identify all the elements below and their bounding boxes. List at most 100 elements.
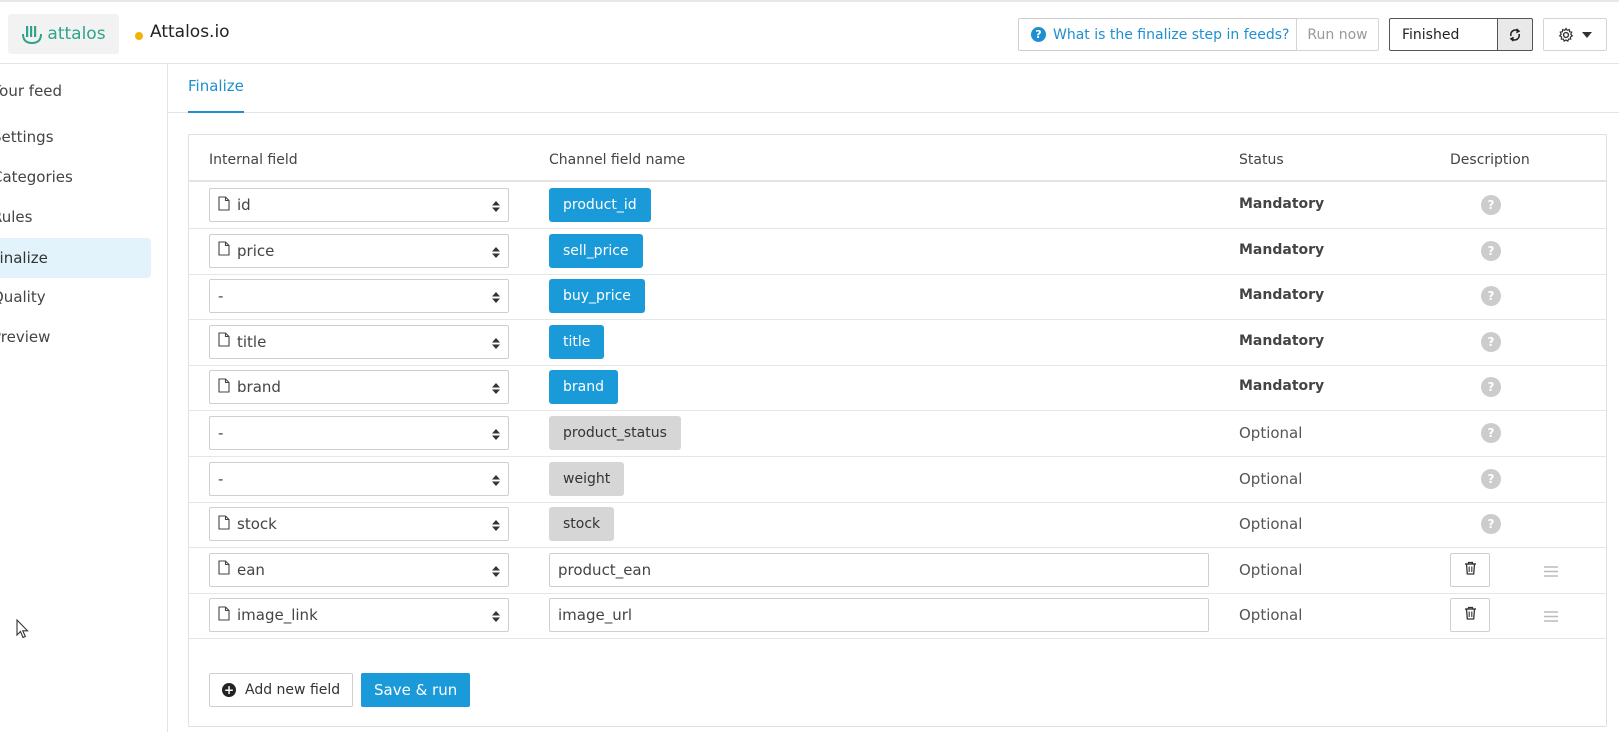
finalize-help-link[interactable]: ? What is the finalize step in feeds? xyxy=(1018,18,1303,51)
save-and-run-button[interactable]: Save & run xyxy=(361,673,471,707)
table-row: stock stock Optional? xyxy=(189,501,1606,549)
feed-status-group: Finished xyxy=(1389,18,1533,51)
internal-field-value: stock xyxy=(237,515,277,534)
column-header-description: Description xyxy=(1450,152,1530,168)
table-row: id product_id Mandatory? xyxy=(189,182,1606,229)
add-new-field-label: Add new field xyxy=(245,682,341,698)
file-icon xyxy=(218,332,230,351)
table-row: image_link image_url Optional xyxy=(189,592,1606,640)
sort-arrows-icon xyxy=(491,381,501,399)
logo[interactable]: attalos xyxy=(8,14,119,54)
channel-field-tag: stock xyxy=(549,507,615,542)
table-row: title title Mandatory? xyxy=(189,319,1606,366)
plus-circle-icon: + xyxy=(222,683,236,697)
status-text: Optional xyxy=(1239,424,1303,442)
channel-field-tag: sell_price xyxy=(549,233,643,268)
tab-finalize[interactable]: Finalize xyxy=(188,77,244,113)
finalize-panel: Internal field Channel field name Status… xyxy=(188,134,1607,727)
channel-field-input[interactable]: product_ean xyxy=(549,552,1209,587)
sort-arrows-icon xyxy=(491,290,501,308)
internal-field-value: - xyxy=(218,469,224,488)
table-row: price sell_price Mandatory? xyxy=(189,228,1606,275)
description-help-icon[interactable]: ? xyxy=(1481,514,1501,535)
settings-dropdown-button[interactable] xyxy=(1543,18,1607,51)
internal-field-select[interactable]: title xyxy=(209,324,509,359)
sidebar-item-rules[interactable]: Rules xyxy=(0,197,151,237)
table-row: - buy_price Mandatory? xyxy=(189,273,1606,321)
description-help-icon[interactable]: ? xyxy=(1481,286,1501,307)
status-text: Mandatory xyxy=(1239,287,1325,304)
column-header-internal-field: Internal field xyxy=(209,152,298,168)
sidebar-item-settings[interactable]: Settings xyxy=(0,117,151,157)
drag-handle-icon[interactable] xyxy=(1544,608,1558,626)
sidebar-item-label: Rules xyxy=(0,208,33,226)
internal-field-value: title xyxy=(237,332,267,351)
sidebar-item-preview[interactable]: Preview xyxy=(0,317,151,357)
channel-field-tag: brand xyxy=(549,370,618,405)
description-help-icon[interactable]: ? xyxy=(1481,240,1501,261)
internal-field-select[interactable]: ean xyxy=(209,552,509,587)
file-icon xyxy=(218,378,230,397)
feed-status-field: Finished xyxy=(1389,18,1498,51)
description-help-icon[interactable]: ? xyxy=(1481,195,1501,215)
sidebar-item-your-feed[interactable]: Your feed xyxy=(0,71,151,111)
internal-field-value: ean xyxy=(237,560,265,579)
channel-field-tag: weight xyxy=(549,461,625,496)
sort-arrows-icon xyxy=(491,473,501,491)
sidebar-item-finalize[interactable]: Finalize xyxy=(0,238,151,278)
run-now-button[interactable]: Run now xyxy=(1296,18,1379,51)
sidebar-item-categories[interactable]: Categories xyxy=(0,157,151,197)
sort-arrows-icon xyxy=(491,518,501,536)
internal-field-select[interactable]: - xyxy=(209,279,509,314)
channel-field-input[interactable]: image_url xyxy=(549,598,1209,633)
status-text: Optional xyxy=(1239,560,1303,579)
mouse-cursor-icon xyxy=(16,619,29,639)
internal-field-value: image_link xyxy=(237,606,318,625)
delete-field-button[interactable] xyxy=(1450,552,1490,587)
description-help-icon[interactable]: ? xyxy=(1481,377,1501,398)
internal-field-select[interactable]: brand xyxy=(209,370,509,405)
chevron-down-icon xyxy=(1582,31,1592,38)
question-icon: ? xyxy=(1031,27,1046,42)
description-help-icon[interactable]: ? xyxy=(1481,423,1501,443)
internal-field-select[interactable]: image_link xyxy=(209,598,509,633)
internal-field-value: - xyxy=(218,287,224,306)
sidebar-item-quality[interactable]: Quality xyxy=(0,277,151,317)
delete-field-button[interactable] xyxy=(1450,598,1490,633)
sidebar-item-label: Preview xyxy=(0,328,51,346)
file-icon xyxy=(218,241,230,260)
add-new-field-button[interactable]: + Add new field xyxy=(209,673,354,707)
sidebar-item-label: Finalize xyxy=(0,249,48,267)
internal-field-select[interactable]: price xyxy=(209,233,509,268)
table-row: - product_status Optional? xyxy=(189,410,1606,457)
status-text: Mandatory xyxy=(1239,196,1325,212)
file-icon xyxy=(218,515,230,534)
logo-text: attalos xyxy=(47,24,106,44)
refresh-button[interactable] xyxy=(1498,18,1533,51)
drag-handle-icon[interactable] xyxy=(1544,563,1558,581)
project-status-dot xyxy=(135,32,143,40)
channel-field-tag: buy_price xyxy=(549,279,645,314)
status-text: Mandatory xyxy=(1239,332,1325,349)
top-header: attalos Attalos.io ? What is the finaliz… xyxy=(0,0,1619,64)
internal-field-select[interactable]: - xyxy=(209,416,509,450)
status-text: Mandatory xyxy=(1239,378,1325,395)
file-icon xyxy=(218,195,230,215)
description-help-icon[interactable]: ? xyxy=(1481,468,1501,489)
status-text: Optional xyxy=(1239,515,1303,534)
description-help-icon[interactable]: ? xyxy=(1481,331,1501,352)
column-header-channel-field: Channel field name xyxy=(549,152,686,168)
internal-field-value: brand xyxy=(237,378,281,397)
internal-field-value: id xyxy=(237,196,251,214)
internal-field-value: - xyxy=(218,424,224,442)
sidebar-item-label: Quality xyxy=(0,288,46,306)
channel-field-tag: product_status xyxy=(549,416,681,450)
table-header: Internal field Channel field name Status… xyxy=(189,135,1606,182)
table-row: ean product_ean Optional xyxy=(189,547,1606,594)
tab-bar: Finalize xyxy=(168,64,1619,113)
channel-field-tag: title xyxy=(549,324,605,359)
internal-field-select[interactable]: id xyxy=(209,188,509,222)
project-name: Attalos.io xyxy=(150,22,230,42)
internal-field-select[interactable]: - xyxy=(209,461,509,496)
internal-field-select[interactable]: stock xyxy=(209,507,509,542)
